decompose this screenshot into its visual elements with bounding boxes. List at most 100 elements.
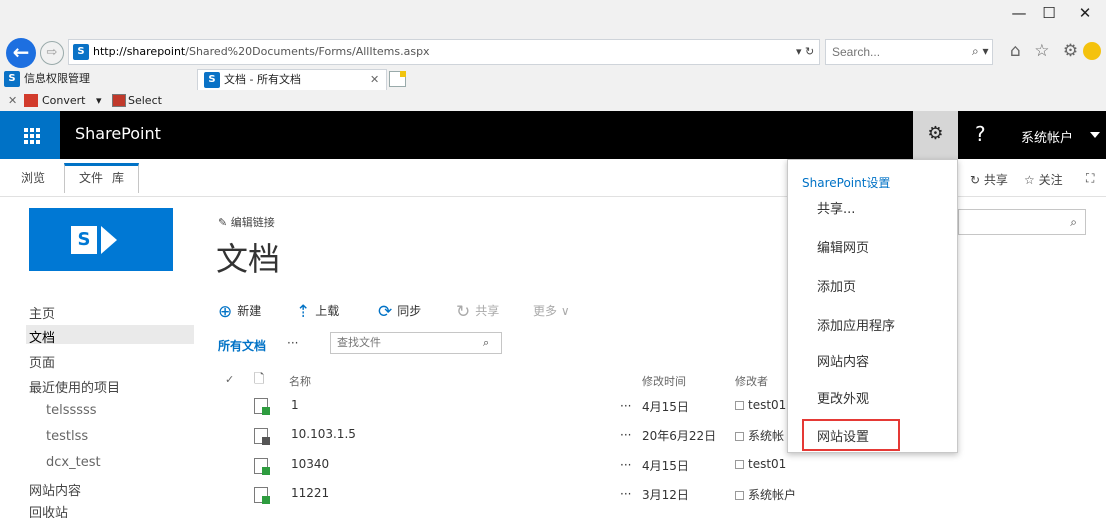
- minimize-button[interactable]: —: [1004, 2, 1034, 24]
- presence-checkbox: [735, 401, 744, 410]
- feedback-smiley-icon[interactable]: [1083, 42, 1101, 60]
- item-menu-button[interactable]: ···: [620, 399, 631, 413]
- search-icon[interactable]: ⌕ ▾: [972, 44, 989, 59]
- sync-label: 同步: [397, 304, 422, 318]
- item-menu-button[interactable]: ···: [620, 428, 631, 442]
- nav-pages[interactable]: 页面: [29, 352, 55, 371]
- upload-label: 上载: [315, 304, 340, 318]
- menu-item-add-page[interactable]: 添加页: [817, 276, 856, 295]
- share-doc-button[interactable]: ↻ 共享: [456, 302, 499, 322]
- account-menu[interactable]: 系统帐户: [1021, 127, 1073, 146]
- star-icon: ☆: [1024, 173, 1035, 187]
- menu-item-site-settings[interactable]: 网站设置: [817, 426, 869, 445]
- menu-item-change-look[interactable]: 更改外观: [817, 388, 869, 407]
- site-logo[interactable]: S: [29, 208, 173, 271]
- column-name[interactable]: 名称: [289, 373, 311, 389]
- tab-files[interactable]: 文件: [79, 169, 103, 186]
- menu-item-edit-page[interactable]: 编辑网页: [817, 237, 869, 256]
- browser-search-box[interactable]: ⌕ ▾: [825, 39, 993, 65]
- nav-recent-item[interactable]: telsssss: [46, 403, 97, 418]
- share-doc-label: 共享: [475, 304, 500, 318]
- follow-label: 关注: [1038, 173, 1063, 187]
- view-all-documents[interactable]: 所有文档: [218, 337, 266, 354]
- search-icon[interactable]: ⌕: [1070, 215, 1077, 230]
- close-window-button[interactable]: ✕: [1070, 2, 1100, 24]
- page-title: 文档: [216, 240, 281, 278]
- tab-rights-management[interactable]: S 信息权限管理: [2, 69, 192, 90]
- modified-by[interactable]: test01: [735, 457, 786, 471]
- help-icon[interactable]: ?: [975, 122, 986, 146]
- refresh-icon[interactable]: ▾ ↻: [796, 45, 814, 58]
- modified-by-name: 系统帐户: [748, 488, 797, 502]
- select-button[interactable]: Select: [128, 90, 162, 111]
- share-button[interactable]: ↻ 共享: [970, 171, 1008, 188]
- logo-arrow: [101, 226, 117, 254]
- new-label: 新建: [237, 304, 262, 318]
- menu-item-share[interactable]: 共享...: [817, 198, 855, 217]
- modified-by[interactable]: 系统帐户: [735, 486, 796, 503]
- address-text[interactable]: http://sharepoint/Shared%20Documents/For…: [93, 45, 430, 58]
- file-name-link[interactable]: 11221: [291, 486, 329, 500]
- tab-close-icon[interactable]: ✕: [370, 70, 379, 90]
- file-type-icon: 🗋: [254, 372, 265, 387]
- search-icon[interactable]: ⌕: [483, 336, 489, 350]
- modified-by-name: test01: [748, 398, 787, 412]
- nav-recycle-bin[interactable]: 回收站: [29, 502, 68, 518]
- forward-arrow-icon[interactable]: ⇨: [40, 41, 64, 65]
- convert-caret-icon[interactable]: ▾: [96, 90, 102, 111]
- nav-documents[interactable]: 文档: [26, 325, 194, 346]
- edit-links[interactable]: ✎ 编辑链接: [218, 214, 275, 230]
- select-all-check-icon[interactable]: ✓: [225, 373, 234, 386]
- maximize-button[interactable]: ☐: [1034, 2, 1064, 24]
- suite-bar: SharePoint ⚙ ? 系统帐户: [0, 111, 1106, 159]
- file-name-link[interactable]: 10.103.1.5: [291, 427, 356, 441]
- home-favorites-settings-icons[interactable]: ⌂ ☆ ⚙: [1010, 41, 1082, 61]
- site-search-box[interactable]: ⌕: [958, 209, 1086, 235]
- tab-label: 文档 - 所有文档: [224, 73, 301, 86]
- tab-documents[interactable]: S 文档 - 所有文档 ✕: [197, 69, 387, 90]
- menu-item-add-app[interactable]: 添加应用程序: [817, 315, 895, 334]
- tab-library[interactable]: 库: [112, 169, 124, 186]
- item-menu-button[interactable]: ···: [620, 458, 631, 472]
- chevron-down-icon[interactable]: [1090, 132, 1100, 138]
- view-more-menu[interactable]: ···: [287, 336, 298, 350]
- find-file-box[interactable]: ⌕: [330, 332, 502, 354]
- file-name-link[interactable]: 1: [291, 398, 299, 412]
- convert-button[interactable]: Convert: [42, 90, 86, 111]
- back-arrow-icon[interactable]: ←: [6, 38, 36, 68]
- modified-by[interactable]: 系统帐: [735, 427, 784, 444]
- upload-button[interactable]: ⇡ 上载: [296, 302, 339, 322]
- menu-item-site-contents[interactable]: 网站内容: [817, 351, 869, 370]
- find-file-input[interactable]: [331, 333, 471, 353]
- modified-by[interactable]: test01: [735, 398, 786, 412]
- share-label: 共享: [983, 173, 1008, 187]
- browser-search-input[interactable]: [826, 40, 946, 64]
- share-icon: ↻: [456, 302, 471, 322]
- tab-browse[interactable]: 浏览: [21, 169, 45, 186]
- nav-recent[interactable]: 最近使用的项目: [29, 377, 120, 396]
- column-modified-by[interactable]: 修改者: [735, 373, 768, 389]
- follow-button[interactable]: ☆ 关注: [1024, 171, 1063, 188]
- nav-site-contents[interactable]: 网站内容: [29, 480, 81, 499]
- app-launcher-icon[interactable]: [0, 111, 60, 159]
- file-name-link[interactable]: 10340: [291, 457, 329, 471]
- more-button[interactable]: 更多 ∨: [533, 302, 570, 319]
- nav-recent-item[interactable]: testlss: [46, 429, 88, 444]
- close-bar-icon[interactable]: ✕: [8, 90, 17, 111]
- column-modified[interactable]: 修改时间: [642, 373, 686, 389]
- new-button[interactable]: ⊕ 新建: [218, 302, 261, 322]
- nav-home[interactable]: 主页: [29, 303, 55, 322]
- sharepoint-favicon-icon: S: [73, 44, 89, 60]
- focus-mode-icon[interactable]: ⛶: [1086, 171, 1094, 186]
- pdf-file-icon: [254, 398, 270, 415]
- brand-title[interactable]: SharePoint: [75, 124, 161, 143]
- sync-button[interactable]: ⟳ 同步: [378, 302, 421, 322]
- edit-links-label: 编辑链接: [230, 216, 275, 229]
- address-bar[interactable]: S http://sharepoint/Shared%20Documents/F…: [68, 39, 820, 65]
- settings-gear-icon[interactable]: ⚙: [913, 111, 958, 159]
- item-menu-button[interactable]: ···: [620, 487, 631, 501]
- new-tab-button[interactable]: [389, 71, 406, 87]
- nav-recent-item[interactable]: dcx_test: [46, 455, 101, 470]
- pdf-file-icon: [254, 487, 270, 504]
- more-label: 更多 ∨: [533, 304, 570, 318]
